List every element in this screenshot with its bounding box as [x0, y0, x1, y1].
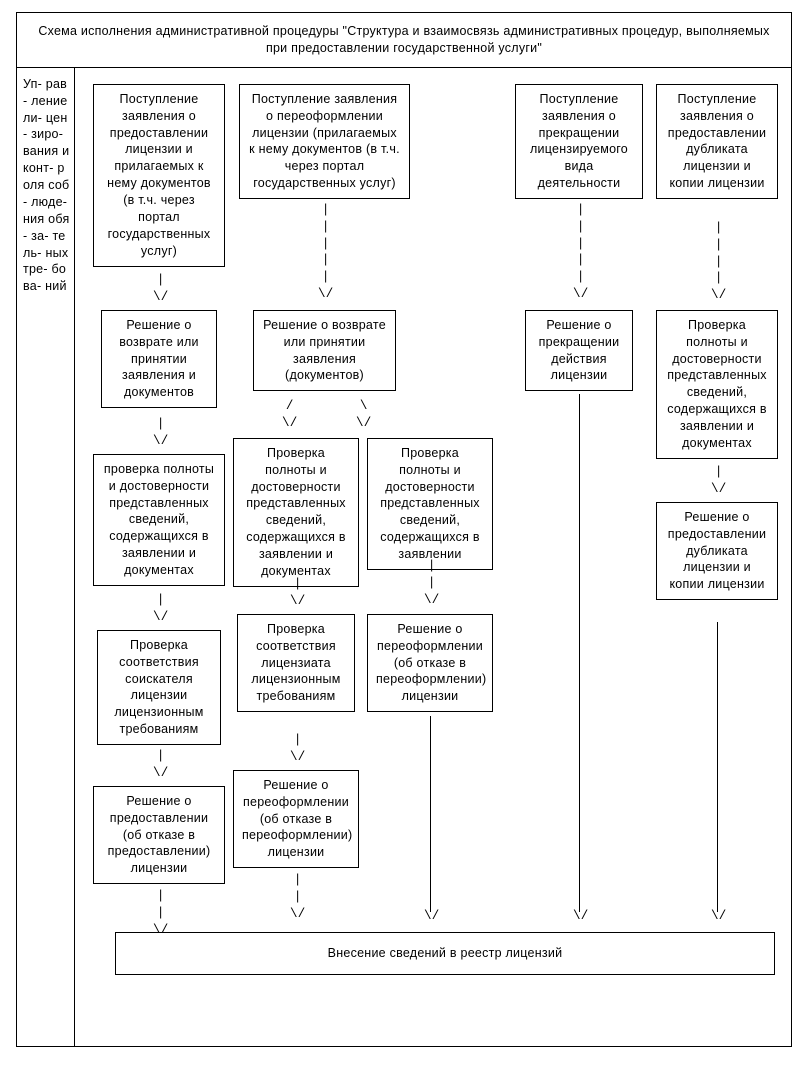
arrow: |\/ [153, 416, 169, 450]
node-c1-r1: Поступление заявления о предоставлении л… [93, 84, 225, 267]
node-c4-r3: Решение о предоставлении дубликата лицен… [656, 502, 778, 600]
arrow: ||||\/ [711, 220, 727, 304]
text: Решение о прекращении действия лицензии [539, 318, 620, 383]
diagram-title: Схема исполнения административной процед… [16, 12, 792, 68]
node-c2-r1: Поступление заявления о переоформлении л… [239, 84, 410, 199]
connector-line [579, 394, 580, 912]
node-c2-r4b: Решение о переоформлении (об отказе в пе… [367, 614, 493, 712]
text: Проверка соответствия соискателя лицензи… [114, 638, 203, 736]
arrow: |||||\/ [573, 202, 589, 303]
diagram-body: Уп- рав- ление ли- цен- зиро- вания и ко… [16, 68, 792, 1047]
flow-area: Поступление заявления о предоставлении л… [75, 68, 791, 1046]
node-c1-r5: Решение о предоставлении (об отказе в пр… [93, 786, 225, 884]
text: Проверка соответствия лицензиата лицензи… [251, 622, 340, 704]
text: Проверка полноты и достоверности предста… [667, 318, 767, 450]
text: Решение о переоформлении (об отказе в пе… [376, 622, 486, 704]
text: Решение о возврате или принятии заявлени… [119, 318, 199, 400]
node-c2-r2: Решение о возврате или принятии заявлени… [253, 310, 396, 392]
arrow: /\/ [282, 398, 298, 432]
text: Решение о предоставлении дубликата лицен… [668, 510, 766, 592]
arrow: \/ [711, 908, 727, 925]
connector-line [430, 716, 431, 912]
text: Внесение сведений в реестр лицензий [328, 946, 563, 960]
swimlane-text: Уп- рав- ление ли- цен- зиро- вания и ко… [23, 76, 70, 295]
text: Поступление заявления о переоформлении л… [249, 92, 400, 190]
node-c1-r4: Проверка соответствия соискателя лицензи… [97, 630, 221, 745]
node-c4-r1: Поступление заявления о предоставлении д… [656, 84, 778, 199]
arrow: |\/ [153, 748, 169, 782]
node-c1-r2: Решение о возврате или принятии заявлени… [101, 310, 217, 408]
node-c2-r5: Решение о переоформлении (об отказе в пе… [233, 770, 359, 868]
title-text: Схема исполнения административной процед… [38, 24, 769, 55]
page: Схема исполнения административной процед… [0, 0, 808, 1065]
arrow: ||\/ [290, 872, 306, 923]
arrow: |||||\/ [318, 202, 334, 303]
arrow: |\/ [153, 592, 169, 626]
text: Поступление заявления о предоставлении д… [668, 92, 766, 190]
connector-line [717, 622, 718, 912]
node-c3-r1: Поступление заявления о прекращении лице… [515, 84, 643, 199]
arrow: |\/ [711, 464, 727, 498]
node-c3-r2: Решение о прекращении действия лицензии [525, 310, 633, 392]
node-final: Внесение сведений в реестр лицензий [115, 932, 775, 975]
node-c2-r3a: Проверка полноты и достоверности предста… [233, 438, 359, 587]
arrow: \/ [573, 908, 589, 925]
text: Проверка полноты и достоверности предста… [246, 446, 346, 578]
swimlane-label: Уп- рав- ление ли- цен- зиро- вания и ко… [17, 68, 75, 1046]
node-c2-r3b: Проверка полноты и достоверности предста… [367, 438, 493, 570]
arrow: \\/ [356, 398, 372, 432]
arrow: |\/ [153, 272, 169, 306]
text: Решение о переоформлении (об отказе в пе… [242, 778, 352, 860]
node-c1-r3: проверка полноты и достоверности предста… [93, 454, 225, 586]
arrow: |\/ [290, 732, 306, 766]
text: Проверка полноты и достоверности предста… [380, 446, 480, 561]
text: Поступление заявления о предоставлении л… [107, 92, 211, 258]
text: Поступление заявления о прекращении лице… [530, 92, 628, 190]
node-c4-r2: Проверка полноты и достоверности предста… [656, 310, 778, 459]
node-c2-r4a: Проверка соответствия лицензиата лицензи… [237, 614, 355, 712]
text: Решение о предоставлении (об отказе в пр… [108, 794, 211, 876]
text: Решение о возврате или принятии заявлени… [263, 318, 386, 383]
text: проверка полноты и достоверности предста… [104, 462, 214, 577]
arrow: \/ [424, 908, 440, 925]
